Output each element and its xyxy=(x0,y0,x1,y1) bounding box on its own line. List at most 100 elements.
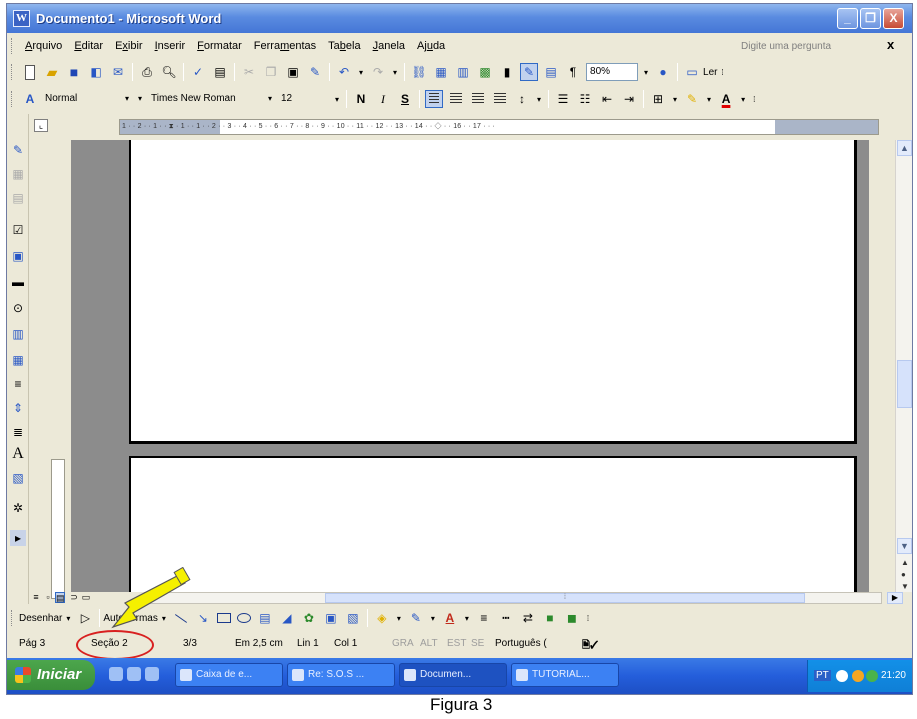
frame-icon[interactable]: ▥ xyxy=(10,326,26,342)
next-page-icon[interactable]: ▼ xyxy=(901,582,909,591)
toolbar-grip[interactable] xyxy=(11,64,14,80)
minimize-button[interactable]: _ xyxy=(837,8,858,29)
paste-icon[interactable]: ▣ xyxy=(284,63,302,81)
line-color-icon[interactable]: ✎ xyxy=(407,609,425,627)
spin-button-icon[interactable]: ⇕ xyxy=(10,400,26,416)
scroll-down-icon[interactable]: ▼ xyxy=(897,538,912,554)
zoom-dropdown-icon[interactable]: ▾ xyxy=(644,68,648,77)
vertical-scroll-thumb[interactable] xyxy=(897,360,912,408)
close-button[interactable]: X xyxy=(883,8,904,29)
task-document[interactable]: Documen... xyxy=(399,663,507,687)
draw-font-color-dropdown-icon[interactable]: ▾ xyxy=(465,614,469,623)
document-close-button[interactable]: x xyxy=(887,37,894,52)
task-inbox[interactable]: Caixa de e... xyxy=(175,663,283,687)
draw-table-icon[interactable]: ✎ xyxy=(10,142,26,158)
undo-dropdown-icon[interactable]: ▾ xyxy=(359,68,363,77)
horizontal-scroll-thumb[interactable]: ⁞ xyxy=(325,593,805,603)
insert-table-icon[interactable]: ▥ xyxy=(454,63,472,81)
font-size-select[interactable]: ▾ 12 xyxy=(265,90,329,108)
print-layout-view-icon[interactable]: ▤ xyxy=(55,592,65,603)
highlight-dropdown-icon[interactable]: ▾ xyxy=(707,95,711,104)
select-objects-icon[interactable]: ▷ xyxy=(76,609,94,627)
reading-view-icon[interactable]: ▭ xyxy=(81,592,91,603)
bold-button[interactable]: N xyxy=(352,90,370,108)
textbox-control-icon[interactable]: A xyxy=(10,446,26,462)
toolbar-options-icon[interactable]: ⁞ xyxy=(587,614,589,623)
horizontal-scrollbar[interactable]: ⁞ xyxy=(144,592,882,604)
toolbar-options-icon[interactable]: ⁞ xyxy=(753,95,755,104)
page-2-bottom[interactable] xyxy=(129,140,857,444)
tray-network-icon[interactable] xyxy=(836,670,848,682)
toolbar-grip[interactable] xyxy=(11,610,14,626)
shadow-icon[interactable]: ■ xyxy=(541,609,559,627)
font-color-dropdown-icon[interactable]: ▾ xyxy=(741,95,745,104)
draw-menu-button[interactable]: Desenhar xyxy=(19,613,62,624)
web-view-icon[interactable]: ▫ xyxy=(43,592,53,603)
new-document-icon[interactable] xyxy=(21,63,39,81)
menu-inserir[interactable]: Inserir xyxy=(149,40,192,52)
font-color-icon[interactable]: A xyxy=(717,90,735,108)
undo-icon[interactable]: ↶ xyxy=(335,63,353,81)
drawing-toggle-icon[interactable]: ✎ xyxy=(520,63,539,81)
rectangle-tool-icon[interactable] xyxy=(216,613,231,623)
tray-messenger-icon[interactable] xyxy=(866,670,878,682)
scrollbar-control-icon[interactable]: ≡ xyxy=(10,376,26,392)
align-center-icon[interactable] xyxy=(447,90,465,108)
spelling-icon[interactable]: ✓ xyxy=(189,63,207,81)
vertical-ruler[interactable] xyxy=(51,459,65,599)
status-ext[interactable]: EST xyxy=(447,638,466,649)
open-folder-icon[interactable]: ▰ xyxy=(43,63,61,81)
text-field-icon[interactable]: ▣ xyxy=(10,248,26,264)
label-control-icon[interactable]: ≣ xyxy=(10,424,26,440)
styles-pane-icon[interactable]: A xyxy=(21,90,39,108)
clipart-icon[interactable]: ▣ xyxy=(322,609,340,627)
checkbox-icon[interactable]: ☑ xyxy=(10,222,26,238)
outline-view-icon[interactable]: ⊃ xyxy=(69,592,79,603)
insert-picture-icon[interactable]: ▧ xyxy=(344,609,362,627)
tray-language[interactable]: PT xyxy=(814,670,831,681)
research-icon[interactable]: ▤ xyxy=(211,63,229,81)
line-style-icon[interactable]: ≡ xyxy=(475,609,493,627)
line-spacing-dropdown-icon[interactable]: ▾ xyxy=(537,95,541,104)
draw-dropdown-icon[interactable]: ▾ xyxy=(66,614,70,623)
option-button-icon[interactable]: ⊙ xyxy=(10,300,26,316)
bullets-icon[interactable]: ☷ xyxy=(576,90,594,108)
tray-security-icon[interactable] xyxy=(852,670,864,682)
decrease-indent-icon[interactable]: ⇤ xyxy=(598,90,616,108)
scroll-up-icon[interactable]: ▲ xyxy=(897,140,912,156)
justify-icon[interactable] xyxy=(491,90,509,108)
tab-selector[interactable]: ⌞ xyxy=(34,119,48,132)
status-trk[interactable]: ALT xyxy=(420,638,438,649)
previous-page-icon[interactable]: ▲ xyxy=(901,558,909,567)
format-painter-icon[interactable]: ✎ xyxy=(306,63,324,81)
italic-button[interactable]: I xyxy=(374,90,392,108)
diagram-icon[interactable]: ✿ xyxy=(300,609,318,627)
start-button[interactable]: Iniciar xyxy=(7,660,95,690)
table-icon[interactable]: ▦ xyxy=(10,166,26,182)
print-preview-icon[interactable]: 🔍︎ xyxy=(160,63,178,81)
wordart-icon[interactable]: ◢ xyxy=(278,609,296,627)
quicklaunch-desktop-icon[interactable] xyxy=(109,667,123,681)
image-control-icon[interactable]: ▧ xyxy=(10,470,26,486)
read-icon[interactable]: ▭ xyxy=(683,63,701,81)
toggle-icon[interactable]: ✲ xyxy=(10,500,26,516)
borders-dropdown-icon[interactable]: ▾ xyxy=(673,95,677,104)
print-icon[interactable]: ⎙ xyxy=(138,63,156,81)
menu-exibir[interactable]: Exibir xyxy=(109,40,149,52)
columns-icon[interactable]: ▮ xyxy=(498,63,516,81)
list-box-icon[interactable]: ▦ xyxy=(10,352,26,368)
menu-ajuda[interactable]: Ajuda xyxy=(411,40,451,52)
arrow-style-icon[interactable]: ⇄ xyxy=(519,609,537,627)
copy-icon[interactable]: ❐ xyxy=(262,63,280,81)
menu-janela[interactable]: Janela xyxy=(367,40,411,52)
numbering-icon[interactable]: ☰ xyxy=(554,90,572,108)
toolbar-options-icon[interactable]: ⁞ xyxy=(722,68,724,77)
horizontal-ruler[interactable]: 1 · · 2 · · 1 · · ⧗ · 1 · · 1 · · 2 · · … xyxy=(119,119,879,135)
borders-icon[interactable]: ⊞ xyxy=(649,90,667,108)
menu-formatar[interactable]: Formatar xyxy=(191,40,248,52)
save-icon[interactable]: ■ xyxy=(65,63,83,81)
document-map-icon[interactable]: ▤ xyxy=(542,63,560,81)
fill-color-dropdown-icon[interactable]: ▾ xyxy=(397,614,401,623)
task-re-sos[interactable]: Re: S.O.S ... xyxy=(287,663,395,687)
vertical-scrollbar[interactable]: ▲ ▼ ▲ ● ▼ xyxy=(895,140,912,592)
